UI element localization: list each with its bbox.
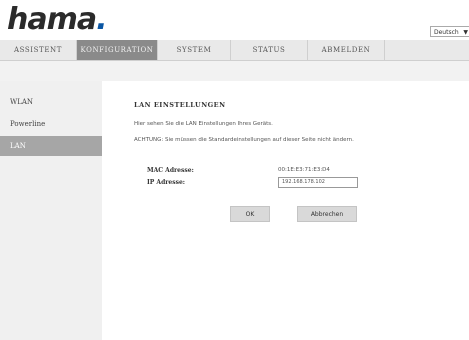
tab-assistent[interactable]: ASSISTENT — [0, 40, 77, 60]
mac-address-value: 00:1E:E3:71:E3:D4 — [278, 167, 330, 173]
ip-address-input[interactable]: 192.168.178.102 — [278, 177, 358, 188]
ok-button[interactable]: OK — [230, 206, 270, 222]
logo-text: hama — [7, 2, 97, 37]
sidebar-item-wlan[interactable]: WLAN — [0, 92, 102, 112]
tab-status[interactable]: STATUS — [231, 40, 308, 60]
hama-logo: hama. — [7, 2, 108, 37]
ip-address-label: IP Adresse: — [147, 179, 186, 186]
sidebar-item-powerline[interactable]: Powerline — [0, 114, 102, 134]
page-title: LAN EINSTELLUNGEN — [134, 101, 226, 109]
mac-address-label: MAC Adresse: — [147, 167, 194, 174]
header: hama. Deutsch ▼ — [0, 0, 469, 40]
sub-header-strip — [0, 61, 469, 81]
sidebar-item-lan[interactable]: LAN — [0, 136, 102, 156]
top-nav: ASSISTENT KONFIGURATION SYSTEM STATUS AB… — [0, 40, 469, 61]
tab-konfiguration[interactable]: KONFIGURATION — [77, 40, 158, 60]
tab-abmelden[interactable]: ABMELDEN — [308, 40, 385, 60]
warning-text: ACHTUNG: Sie müssen die Standardeinstell… — [134, 137, 354, 143]
logo-dot: . — [96, 2, 107, 37]
chevron-down-icon: ▼ — [463, 29, 468, 36]
description-text: Hier sehen Sie die LAN Einstellungen Ihr… — [134, 121, 273, 127]
sidebar: WLAN Powerline LAN — [0, 81, 102, 340]
tab-system[interactable]: SYSTEM — [158, 40, 231, 60]
cancel-button[interactable]: Abbrechen — [297, 206, 357, 222]
language-select[interactable]: Deutsch ▼ — [430, 26, 469, 37]
language-value: Deutsch — [434, 29, 459, 36]
main-content: LAN EINSTELLUNGEN Hier sehen Sie die LAN… — [102, 81, 469, 340]
